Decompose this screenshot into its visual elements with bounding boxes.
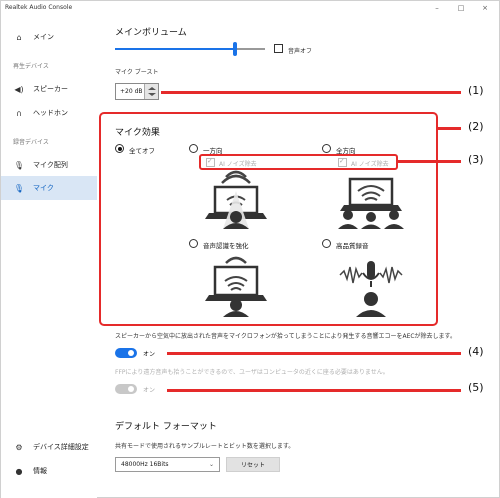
effects-title: マイク効果: [115, 128, 160, 138]
callout-number-1: (1): [468, 84, 484, 97]
callout-line-2: [438, 127, 461, 130]
gear-icon: ⚙: [15, 442, 23, 452]
effect-radio-speech-recognition[interactable]: [189, 239, 198, 248]
speech-recognition-illustration: [205, 256, 267, 317]
format-title: デフォルト フォーマット: [115, 422, 217, 432]
omnidirectional-illustration: [338, 177, 404, 229]
app-window: Realtek Audio Console – □ × ⌂ メイン 再生デバイス…: [0, 0, 500, 498]
mic-icon: 🎙︎: [13, 160, 25, 170]
ffp-toggle-label: オン: [143, 387, 156, 394]
sidebar-item-label: メイン: [33, 33, 54, 41]
sidebar-item-label: ヘッドホン: [33, 109, 68, 117]
ffp-toggle-knob: [128, 386, 134, 392]
aec-toggle-label: オン: [143, 351, 156, 358]
unidirectional-illustration: [205, 170, 267, 229]
section-playback: 再生デバイス: [13, 63, 49, 70]
effect-radio-omnidirectional[interactable]: [322, 144, 331, 153]
sidebar-item-main[interactable]: ⌂ メイン: [1, 27, 97, 47]
callout-line-1: [161, 91, 461, 94]
section-recording: 録音デバイス: [13, 139, 49, 146]
speaker-icon: ◀): [14, 84, 24, 94]
sidebar-item-label: マイク配列: [33, 161, 68, 169]
high-quality-illustration: [339, 261, 403, 317]
ffp-toggle[interactable]: [115, 384, 137, 394]
aec-toggle[interactable]: [115, 348, 137, 358]
info-icon: ●: [15, 466, 23, 476]
effect-label-high-quality: 高品質録音: [336, 242, 369, 250]
volume-slider-fill: [115, 48, 235, 50]
effect-radio-unidirectional[interactable]: [189, 144, 198, 153]
boost-label: マイク ブースト: [115, 69, 159, 76]
sidebar-item-label: デバイス詳細設定: [33, 443, 89, 451]
callout-line-3: [398, 160, 461, 163]
callout-line-4: [167, 352, 461, 355]
sidebar-item-device-settings[interactable]: ⚙ デバイス詳細設定: [1, 437, 97, 457]
ai-noise-checkbox-omnidirectional[interactable]: [338, 157, 347, 167]
aec-toggle-knob: [128, 350, 134, 356]
effect-label-off: 全てオフ: [129, 147, 155, 155]
aec-note: スピーカーから空気中に放出された音声をマイクロフォンが拾ってしまうことにより発生…: [115, 333, 456, 340]
window-title: Realtek Audio Console: [5, 4, 73, 11]
mute-checkbox[interactable]: [274, 44, 283, 53]
format-note: 共有モードで使用されるサンプルレートとビット数を選択します。: [115, 443, 295, 450]
volume-title: メインボリューム: [115, 28, 187, 38]
effect-radio-off[interactable]: [115, 144, 124, 153]
ai-noise-label: AI ノイズ除去: [219, 161, 257, 168]
close-button[interactable]: ×: [477, 4, 493, 12]
ffp-note: FFPにより遠方音声も拾うことができるので、ユーザはコンピュータの近くに座る必要…: [115, 369, 389, 376]
boost-value: +20 dB: [120, 88, 143, 95]
callout-line-5: [167, 389, 461, 392]
home-icon: ⌂: [16, 32, 22, 42]
sidebar-item-headphones[interactable]: ∩ ヘッドホン: [1, 103, 97, 123]
format-select-value: 48000Hz 16Bits: [121, 461, 169, 468]
mute-label: 音声オフ: [288, 48, 313, 55]
maximize-button[interactable]: □: [453, 4, 469, 12]
sidebar: ⌂ メイン 再生デバイス ◀) スピーカー ∩ ヘッドホン 録音デバイス 🎙︎ …: [1, 17, 97, 498]
ai-noise-checkbox-unidirectional[interactable]: [206, 157, 215, 167]
sidebar-item-label: マイク: [33, 184, 54, 192]
reset-button[interactable]: リセット: [226, 457, 280, 472]
format-select[interactable]: 48000Hz 16Bits ⌄: [115, 457, 220, 472]
mic-icon: 🎙︎: [13, 183, 25, 193]
callout-number-2: (2): [468, 120, 484, 133]
effect-radio-high-quality[interactable]: [322, 239, 331, 248]
chevron-down-icon: ⌄: [208, 461, 214, 468]
callout-number-3: (3): [468, 153, 484, 166]
sidebar-item-label: 情報: [33, 467, 47, 475]
headphones-icon: ∩: [16, 108, 22, 118]
title-bar: Realtek Audio Console – □ ×: [1, 1, 500, 17]
minimize-button[interactable]: –: [429, 4, 445, 12]
ai-noise-label: AI ノイズ除去: [351, 161, 389, 168]
sidebar-item-mic[interactable]: 🎙︎ マイク: [1, 176, 97, 200]
callout-number-5: (5): [468, 381, 484, 394]
sidebar-item-mic-array[interactable]: 🎙︎ マイク配列: [1, 155, 97, 175]
sidebar-item-info[interactable]: ● 情報: [1, 461, 97, 481]
volume-slider-thumb[interactable]: [233, 42, 237, 56]
callout-number-4: (4): [468, 345, 484, 358]
boost-spinner[interactable]: +20 dB: [115, 83, 159, 100]
sidebar-item-speaker[interactable]: ◀) スピーカー: [1, 79, 97, 99]
sidebar-item-label: スピーカー: [33, 85, 68, 93]
effect-label-speech-recognition: 音声認識を強化: [203, 242, 249, 250]
boost-stepper-button[interactable]: [144, 84, 158, 99]
